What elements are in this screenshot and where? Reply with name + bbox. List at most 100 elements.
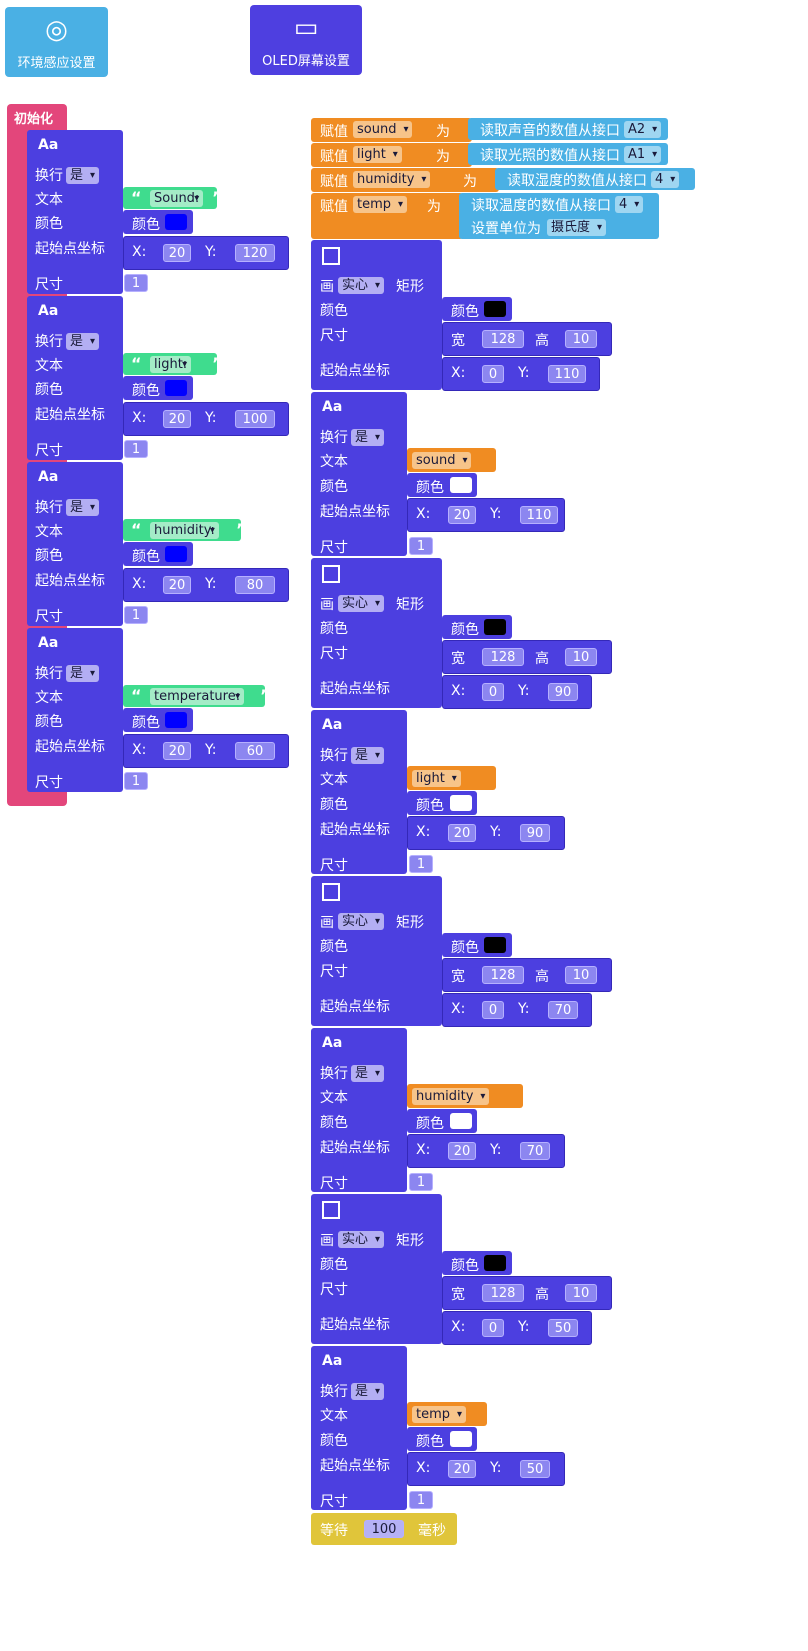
- x-input[interactable]: 20: [163, 742, 191, 760]
- port-dropdown[interactable]: A1: [624, 146, 662, 163]
- string-value-input[interactable]: temperature:: [150, 688, 245, 705]
- color-swatch[interactable]: [484, 301, 506, 317]
- size-input[interactable]: 1: [409, 537, 433, 555]
- color-swatch[interactable]: [484, 1255, 506, 1271]
- size-input[interactable]: 1: [124, 440, 148, 458]
- y-input[interactable]: 110: [548, 365, 586, 383]
- height-input[interactable]: 10: [565, 330, 597, 348]
- y-input[interactable]: 70: [548, 1001, 578, 1019]
- text-block[interactable]: [27, 296, 123, 460]
- var-dropdown[interactable]: sound: [412, 452, 472, 469]
- color-swatch[interactable]: [165, 380, 187, 396]
- wrap-dropdown[interactable]: 是: [66, 167, 100, 184]
- height-input[interactable]: 10: [565, 648, 597, 666]
- y-input[interactable]: 100: [235, 410, 275, 428]
- size-input[interactable]: 1: [409, 1491, 433, 1509]
- x-input[interactable]: 20: [163, 576, 191, 594]
- x-input[interactable]: 0: [482, 365, 504, 383]
- string-value-input[interactable]: light:: [150, 356, 192, 373]
- size-input[interactable]: 1: [124, 772, 148, 790]
- text-block[interactable]: [311, 1028, 407, 1192]
- size-input[interactable]: 1: [124, 274, 148, 292]
- y-input[interactable]: 60: [235, 742, 275, 760]
- color-swatch[interactable]: [450, 795, 472, 811]
- var-dropdown[interactable]: humidity: [412, 1088, 490, 1105]
- color-label: 颜色: [320, 1433, 348, 1449]
- color-swatch[interactable]: [165, 214, 187, 230]
- y-input[interactable]: 50: [548, 1319, 578, 1337]
- height-input[interactable]: 10: [565, 966, 597, 984]
- fill-dropdown[interactable]: 实心: [338, 277, 385, 294]
- x-input[interactable]: 20: [163, 244, 191, 262]
- category-env-sensing[interactable]: ◎ 环境感应设置: [5, 7, 108, 77]
- color-swatch[interactable]: [484, 937, 506, 953]
- text-block[interactable]: [311, 710, 407, 874]
- x-input[interactable]: 20: [448, 1142, 476, 1160]
- wrap-dropdown[interactable]: 是: [351, 429, 385, 446]
- y-input[interactable]: 90: [520, 824, 550, 842]
- y-input[interactable]: 120: [235, 244, 275, 262]
- port-dropdown[interactable]: A2: [624, 121, 662, 138]
- color-swatch[interactable]: [165, 712, 187, 728]
- var-dropdown[interactable]: temp: [353, 196, 408, 213]
- width-input[interactable]: 128: [482, 966, 524, 984]
- x-input[interactable]: 0: [482, 1001, 504, 1019]
- unit-dropdown[interactable]: 摄氏度: [547, 219, 607, 236]
- text-block[interactable]: [27, 628, 123, 792]
- y-input[interactable]: 90: [548, 683, 578, 701]
- wrap-dropdown[interactable]: 是: [66, 333, 100, 350]
- var-dropdown[interactable]: light: [353, 146, 402, 163]
- x-input[interactable]: 20: [163, 410, 191, 428]
- wrap-dropdown[interactable]: 是: [351, 1383, 385, 1400]
- wrap-dropdown[interactable]: 是: [351, 747, 385, 764]
- color-swatch[interactable]: [450, 1431, 472, 1447]
- size-input[interactable]: 1: [409, 1173, 433, 1191]
- fill-dropdown[interactable]: 实心: [338, 913, 385, 930]
- wait-ms-input[interactable]: 100: [364, 1520, 404, 1538]
- size-input[interactable]: 1: [124, 606, 148, 624]
- wrap-dropdown[interactable]: 是: [351, 1065, 385, 1082]
- text-block[interactable]: [311, 1346, 407, 1510]
- var-dropdown[interactable]: humidity: [353, 171, 431, 188]
- port-dropdown[interactable]: 4: [615, 196, 644, 213]
- size-label: 尺寸: [320, 540, 348, 556]
- y-input[interactable]: 50: [520, 1460, 550, 1478]
- height-input[interactable]: 10: [565, 1284, 597, 1302]
- y-input[interactable]: 110: [520, 506, 558, 524]
- text-block[interactable]: [27, 130, 123, 294]
- var-dropdown[interactable]: light: [412, 770, 461, 787]
- text-block[interactable]: [311, 392, 407, 556]
- aa-label: Aa: [322, 717, 343, 733]
- text-block[interactable]: [27, 462, 123, 626]
- aa-label: Aa: [322, 1353, 343, 1369]
- x-input[interactable]: 20: [448, 824, 476, 842]
- color-label: 颜色: [320, 939, 348, 955]
- x-input[interactable]: 0: [482, 1319, 504, 1337]
- port-dropdown[interactable]: 4: [651, 171, 680, 188]
- width-input[interactable]: 128: [482, 330, 524, 348]
- fill-dropdown[interactable]: 实心: [338, 1231, 385, 1248]
- color-swatch[interactable]: [450, 477, 472, 493]
- string-value-input[interactable]: humidity:: [150, 522, 219, 539]
- width-input[interactable]: 128: [482, 648, 524, 666]
- draw-label: 画: [320, 279, 334, 295]
- size-input[interactable]: 1: [409, 855, 433, 873]
- wrap-dropdown[interactable]: 是: [66, 499, 100, 516]
- string-value-input[interactable]: Sound:: [150, 190, 204, 207]
- fill-dropdown[interactable]: 实心: [338, 595, 385, 612]
- y-input[interactable]: 80: [235, 576, 275, 594]
- x-input[interactable]: 0: [482, 683, 504, 701]
- x-input[interactable]: 20: [448, 1460, 476, 1478]
- color-swatch[interactable]: [165, 546, 187, 562]
- color-swatch[interactable]: [484, 619, 506, 635]
- x-input[interactable]: 20: [448, 506, 476, 524]
- var-dropdown[interactable]: temp: [412, 1406, 467, 1423]
- color-swatch[interactable]: [450, 1113, 472, 1129]
- category-oled-settings[interactable]: ▭ OLED屏幕设置: [250, 5, 362, 75]
- var-dropdown[interactable]: sound: [353, 121, 413, 138]
- wrap-dropdown[interactable]: 是: [66, 665, 100, 682]
- width-input[interactable]: 128: [482, 1284, 524, 1302]
- quote-open-icon: “: [131, 354, 142, 373]
- y-input[interactable]: 70: [520, 1142, 550, 1160]
- laptop-icon: ▭: [293, 13, 319, 43]
